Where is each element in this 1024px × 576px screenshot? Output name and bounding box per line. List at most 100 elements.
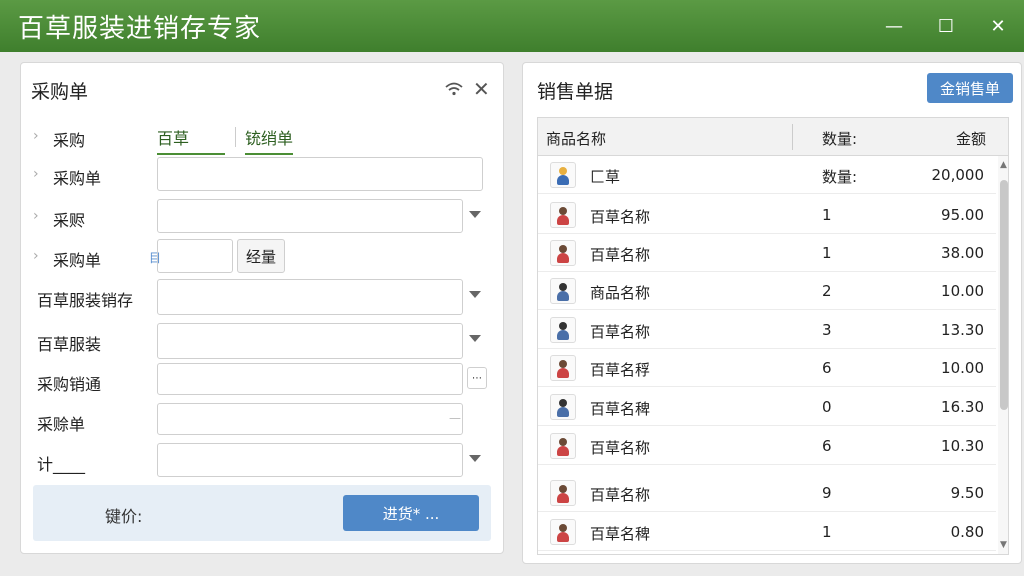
scroll-up-icon[interactable]: ▲ [1000,160,1007,170]
table-row[interactable]: 百草名稗 1 0.80 [538,513,996,551]
purchase-order-input[interactable] [157,157,483,191]
tab-divider [235,127,236,147]
person-icon [550,433,576,459]
table-row[interactable]: 百草名稃 6 10.00 [538,349,996,387]
thumb-body [557,532,569,542]
sales-panel: 销售单据 金销售单 商品名称 数量: 金额 匚草 数量: 20,000 百草名称 1 95… [522,62,1022,564]
close-window-button[interactable]: ✕ [972,6,1024,46]
tab-baicao[interactable]: 百草 [157,125,225,155]
column-divider[interactable] [792,124,793,150]
submit-purchase-button[interactable]: 进货* ... [343,495,479,531]
chevron-down-icon[interactable] [469,211,481,218]
table-row[interactable]: 百草名称 1 38.00 [538,234,996,272]
minimize-button[interactable]: — [868,6,920,46]
thumb-body [557,291,569,301]
person-icon [550,519,576,545]
more-button[interactable]: ⋯ [467,367,487,389]
chevron-down-icon[interactable] [469,455,481,462]
cell-amount: 10.00 [941,359,984,377]
scroll-thumb[interactable] [1000,180,1008,410]
purchase-panel: 采购单 ✕ › 采购 百草 铳绡单 › 采购单 › 采赆 › 采购单 目 经量 … [20,62,504,554]
tab-order[interactable]: 铳绡单 [245,125,294,155]
label-credit-order: 采赊单 [37,415,86,434]
chevron-down-icon[interactable] [469,335,481,342]
chevron-down-icon[interactable] [469,291,481,298]
label-purchase-order-2: 采购单 [53,251,102,270]
quantity-button[interactable]: 经量 [237,239,285,273]
cell-quantity: 1 [822,244,832,262]
total-select[interactable] [157,443,463,477]
vertical-scrollbar[interactable]: ▲ ▼ [998,156,1008,554]
cell-product-name: 匚草 [590,168,621,186]
cell-quantity: 6 [822,359,832,377]
column-header-qty[interactable]: 数量: [822,128,857,149]
person-icon [550,202,576,228]
thumb-body [557,253,569,263]
thumb-body [557,446,569,456]
cell-quantity: 0 [822,398,832,416]
thumb-head [559,360,567,368]
dash-icon: — [449,411,461,425]
table-row[interactable]: 百草名称 9 9.50 [538,474,996,512]
table-row[interactable]: 百草名称 3 13.30 [538,311,996,349]
form-row-caizhi: › 采赆 [21,199,505,235]
form-row-inventory: 百草服装销存 [21,279,505,315]
label-total: 计____ [37,455,86,474]
caizhi-select[interactable] [157,199,463,233]
wifi-icon[interactable] [443,81,465,97]
thumb-body [557,493,569,503]
thumb-head [559,167,567,175]
label-inventory: 百草服装销存 [37,291,134,310]
purchase-channel-input[interactable] [157,363,463,395]
cell-product-name: 商品名称 [590,284,651,302]
table-row[interactable]: 商品名称 2 10.00 [538,272,996,310]
cell-quantity: 9 [822,484,832,502]
scroll-down-icon[interactable]: ▼ [1000,540,1007,550]
quantity-input[interactable] [157,239,233,273]
chevron-right-icon: › [33,166,39,182]
sales-order-button[interactable]: 金销售单 [927,73,1013,103]
clothing-icon [550,162,576,188]
title-bar: 百草服装进销存专家 — ☐ ✕ [0,0,1024,52]
close-icon[interactable]: ✕ [473,77,490,101]
table-row[interactable]: 百草名称 6 10.30 [538,427,996,465]
product-icon [550,317,576,343]
cell-amount: 13.30 [941,321,984,339]
form-row-credit-order: 采赊单 — [21,403,505,439]
cell-quantity: 1 [822,523,832,541]
cell-amount: 0.80 [950,523,984,541]
thumb-body [557,215,569,225]
chevron-right-icon: › [33,248,39,264]
thumb-body [557,175,569,185]
table-row[interactable]: 百草名称 1 95.00 [538,196,996,234]
column-header-amount[interactable]: 金额 [956,128,986,149]
thumb-head [559,207,567,215]
thumb-head [559,524,567,532]
cell-product-name: 百草名称 [590,208,651,226]
cell-product-name: 百草名称 [590,439,651,457]
thumb-head [559,322,567,330]
maximize-button[interactable]: ☐ [920,6,972,46]
label-caizhi: 采赆 [53,211,86,230]
thumb-head [559,245,567,253]
chevron-right-icon: › [33,128,39,144]
form-row-purchase-order: › 采购单 [21,157,505,193]
purchase-panel-title: 采购单 [31,81,89,103]
column-header-name[interactable]: 商品名称 [546,128,606,149]
person-icon [550,240,576,266]
cell-amount: 95.00 [941,206,984,224]
cell-quantity: 1 [822,206,832,224]
thumb-body [557,330,569,340]
cell-product-name: 百草名称 [590,486,651,504]
form-row-purchase: › 采购 百草 铳绡单 [21,119,505,155]
cell-quantity: 6 [822,437,832,455]
table-row[interactable]: 百草名稗 0 16.30 [538,388,996,426]
thumb-body [557,368,569,378]
thumb-head [559,283,567,291]
inventory-select[interactable] [157,279,463,315]
clothing-select[interactable] [157,323,463,359]
table-row[interactable]: 匚草 数量: 20,000 [538,156,996,194]
form-row-clothing: 百草服装 [21,323,505,359]
cell-quantity: 数量: [822,168,858,186]
credit-order-input[interactable] [157,403,463,435]
